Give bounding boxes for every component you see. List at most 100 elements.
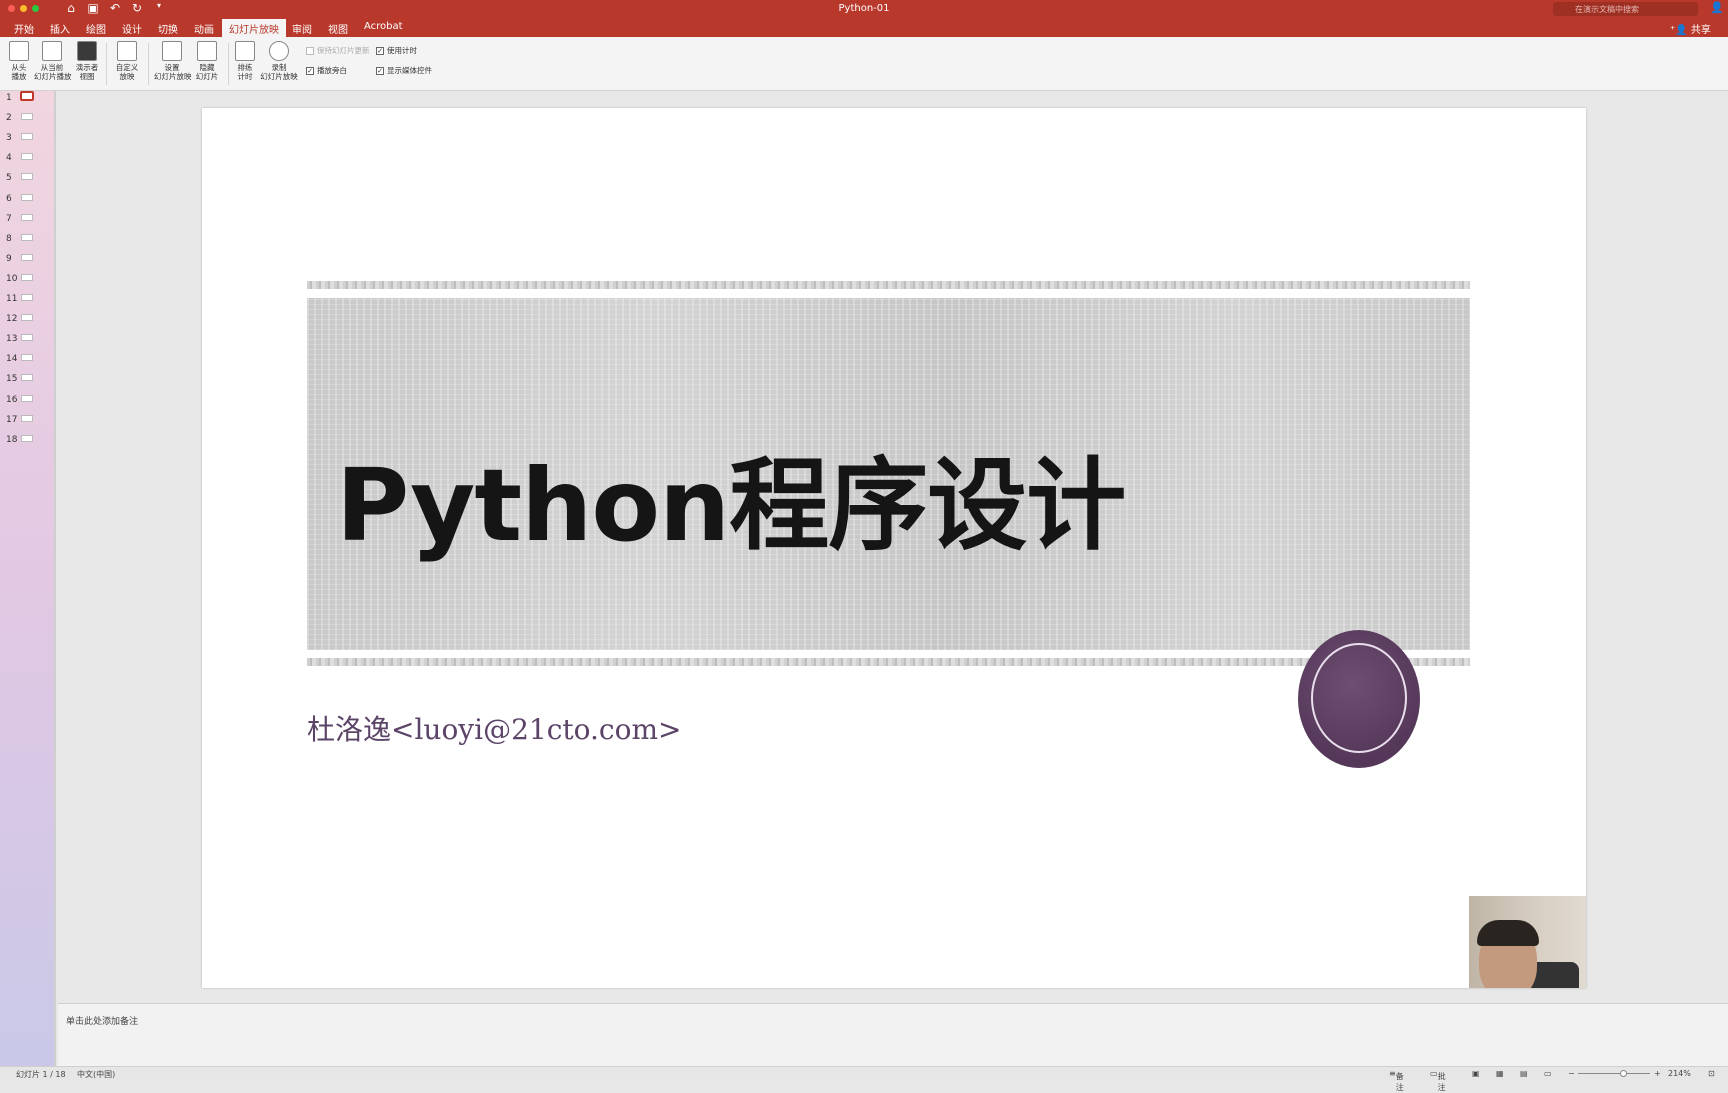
title-bar: ⌂ ▣ ↶ ↻ ▾ Python-01 ⌕ 在演示文稿中搜索 👤 <box>0 0 1728 18</box>
slide-title[interactable]: Python程序设计 <box>336 424 1126 569</box>
slide-thumbnail[interactable]: 3 <box>0 131 56 151</box>
keep-updated-checkbox[interactable]: 保持幻灯片更新 <box>306 45 370 56</box>
slide-thumbnail-image <box>21 374 33 382</box>
slide-thumbnail-number: 7 <box>6 213 12 224</box>
slide-thumbnail[interactable]: 10 <box>0 272 56 292</box>
ribbon-tab-bar: 开始 插入 绘图 设计 切换 动画 幻灯片放映 审阅 视图 Acrobat ⁺👤… <box>0 18 1728 37</box>
tab-draw[interactable]: 绘图 <box>86 21 106 36</box>
slide-thumbnail-pane[interactable]: 1 2 3 4 5 6 7 8 9 10 11 12 13 14 15 16 17 18 <box>0 91 56 1069</box>
tab-review[interactable]: 审阅 <box>292 21 312 36</box>
use-timings-checkbox[interactable]: ✓ 使用计时 <box>376 45 417 56</box>
play-narrations-checkbox[interactable]: ✓ 播放旁白 <box>306 65 347 76</box>
slide-thumbnail[interactable]: 7 <box>0 212 56 232</box>
slide-thumbnail[interactable]: 18 <box>0 433 56 453</box>
use-timings-label: 使用计时 <box>387 46 417 55</box>
normal-view-icon[interactable]: ▣ <box>1472 1069 1480 1078</box>
slide-thumbnail-number: 1 <box>6 93 12 103</box>
slide-thumbnail[interactable]: 17 <box>0 413 56 433</box>
slide-thumbnail-number: 12 <box>6 314 18 325</box>
slide-thumbnail[interactable]: 11 <box>0 292 56 312</box>
notes-toggle-button[interactable]: ≡ 备注 <box>1389 1069 1404 1092</box>
zoom-slider[interactable] <box>1578 1073 1650 1074</box>
slide-thumbnail[interactable]: 15 <box>0 372 56 392</box>
play-narrations-label: 播放旁白 <box>317 66 347 75</box>
slide-thumbnail-image <box>21 334 33 342</box>
presenter-hair <box>1477 920 1539 946</box>
decorative-line-top <box>307 281 1470 289</box>
slide-thumbnail-number: 13 <box>6 334 18 345</box>
account-icon[interactable]: 👤 <box>1710 1 1724 14</box>
slide-thumbnail[interactable]: 5 <box>0 171 56 191</box>
zoom-in-icon[interactable]: + <box>1654 1069 1661 1078</box>
slide-thumbnail-number: 6 <box>6 193 12 204</box>
slide-thumbnail[interactable]: 2 <box>0 111 56 131</box>
presenter-view-label: 演示者 视图 <box>75 63 99 81</box>
zoom-slider-knob[interactable] <box>1620 1070 1627 1077</box>
slide-thumbnail-image <box>21 193 33 201</box>
slide-thumbnail-number: 2 <box>6 113 12 124</box>
hide-slide-icon <box>197 41 217 61</box>
checkbox-box <box>306 46 314 55</box>
checkbox-checked: ✓ <box>376 66 384 75</box>
notes-pane[interactable]: 单击此处添加备注 <box>58 1003 1728 1069</box>
slide-thumbnail-image <box>21 233 33 241</box>
slide-counter: 幻灯片 1 / 18 <box>16 1070 66 1079</box>
slide-thumbnail[interactable]: 4 <box>0 151 56 171</box>
presenter-view-button[interactable]: 演示者 视图 <box>72 41 102 81</box>
tab-transitions[interactable]: 切换 <box>158 21 178 36</box>
tab-slide-show[interactable]: 幻灯片放映 <box>222 19 286 37</box>
tab-view[interactable]: 视图 <box>328 21 348 36</box>
slide-sorter-icon[interactable]: ▦ <box>1496 1069 1504 1078</box>
slide-thumbnail[interactable]: 16 <box>0 393 56 413</box>
slide-thumbnail[interactable]: 1 <box>0 91 56 111</box>
slide-thumbnail-number: 11 <box>6 294 18 304</box>
show-media-controls-checkbox[interactable]: ✓ 显示媒体控件 <box>376 65 432 76</box>
slide-thumbnail[interactable]: 8 <box>0 232 56 252</box>
slide-thumbnail-image <box>21 133 33 141</box>
play-from-current-icon <box>42 41 62 61</box>
play-from-current-button[interactable]: 从当前 幻灯片播放 <box>34 41 72 81</box>
ribbon-separator <box>148 43 149 85</box>
slide-thumbnail-number: 15 <box>6 374 18 385</box>
keep-updated-label: 保持幻灯片更新 <box>317 46 370 55</box>
checkbox-checked: ✓ <box>306 66 314 75</box>
comments-toggle-button[interactable]: ▭ 批注 <box>1430 1069 1446 1092</box>
slide-subtitle[interactable]: 杜洛逸<luoyi@21cto.com> <box>307 708 681 748</box>
slide-thumbnail-image <box>21 153 33 161</box>
fit-to-window-icon[interactable]: ⊡ <box>1708 1069 1715 1078</box>
slide-canvas[interactable]: Python程序设计 杜洛逸<luoyi@21cto.com> <box>202 108 1586 988</box>
slide-thumbnail[interactable]: 12 <box>0 312 56 332</box>
tab-design[interactable]: 设计 <box>122 21 142 36</box>
rehearse-timings-icon <box>235 41 255 61</box>
tab-insert[interactable]: 插入 <box>50 21 70 36</box>
tab-animations[interactable]: 动画 <box>194 21 214 36</box>
slideshow-view-icon[interactable]: ▭ <box>1544 1069 1552 1078</box>
reading-view-icon[interactable]: ▤ <box>1520 1069 1528 1078</box>
language-indicator[interactable]: 中文(中国) <box>77 1069 115 1080</box>
rehearse-timings-button[interactable]: 排练 计时 <box>232 41 258 81</box>
tab-acrobat[interactable]: Acrobat <box>364 21 403 32</box>
presenter-view-icon <box>77 41 97 61</box>
zoom-level[interactable]: 214% <box>1668 1069 1691 1078</box>
setup-show-button[interactable]: 设置 幻灯片放映 <box>154 41 192 81</box>
slide-thumbnail-image <box>21 434 33 442</box>
slide-thumbnail[interactable]: 9 <box>0 252 56 272</box>
record-show-button[interactable]: 录制 幻灯片放映 <box>260 41 298 81</box>
slide-thumbnail[interactable]: 13 <box>0 332 56 352</box>
play-from-start-button[interactable]: 从头 播放 <box>6 41 32 81</box>
document-title: Python-01 <box>838 3 890 14</box>
play-from-start-icon <box>9 41 29 61</box>
slide-thumbnail-image <box>21 113 33 121</box>
share-button[interactable]: ⁺👤 共享 <box>1670 21 1711 36</box>
checkbox-checked: ✓ <box>376 46 384 55</box>
search-input[interactable]: 在演示文稿中搜索 <box>1553 2 1698 16</box>
slide-thumbnail[interactable]: 6 <box>0 192 56 212</box>
zoom-out-icon[interactable]: − <box>1568 1069 1575 1078</box>
slide-thumbnail[interactable]: 14 <box>0 352 56 372</box>
decorative-line-bottom <box>307 658 1470 666</box>
slide-thumbnail-image <box>20 91 34 101</box>
slide-thumbnail-number: 17 <box>6 414 18 425</box>
custom-show-button[interactable]: 自定义 放映 <box>112 41 142 81</box>
tab-home[interactable]: 开始 <box>14 21 34 36</box>
hide-slide-button[interactable]: 隐藏 幻灯片 <box>192 41 222 81</box>
